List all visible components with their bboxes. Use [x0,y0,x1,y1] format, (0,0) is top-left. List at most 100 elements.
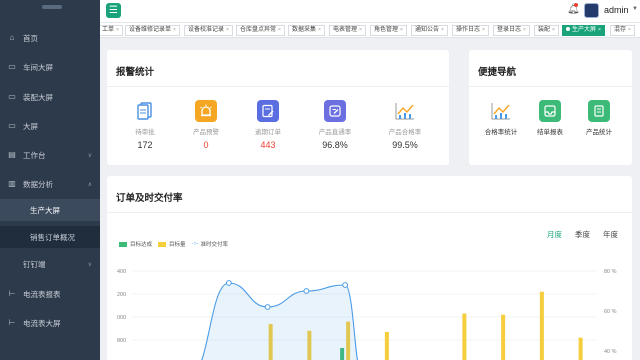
sidebar-item-assembly-screen[interactable]: ▭ 装配大屏 [0,86,100,108]
caret-down-icon[interactable]: ▼ [632,6,638,12]
sidebar-item-label: 销售订单概况 [30,232,75,242]
nav-product-stats[interactable]: 产品统计 [577,100,621,136]
period-quarterly[interactable]: 季度 [575,229,590,240]
bar-target [462,313,467,360]
y-right-tick-label: 40 % [604,349,617,355]
sidebar-item-label: 首页 [23,33,38,43]
sidebar-item-label: 电流表报表 [23,289,61,299]
close-icon[interactable]: × [400,27,403,33]
sidebar-item-data-analysis[interactable]: ▥ 数据分析 ∧ [0,173,100,195]
tab-label: 混存 [614,27,627,33]
tab-calibration-record[interactable]: 设备校准记录 × [184,25,233,36]
divider [107,212,632,213]
tab-operation-log[interactable]: 操作日志 × [452,25,489,36]
tab-login-log[interactable]: 登录日志 × [493,25,530,36]
line-chart-icon [490,100,512,122]
stat-value: 0 [203,140,209,150]
tab-label: 装配 [538,27,551,33]
sidebar-item-dingtalk[interactable]: 钉钉端 ∨ [0,253,100,275]
stat-pending-approval[interactable]: 待审批 172 [115,100,175,150]
close-icon[interactable]: × [278,27,281,33]
tab-data-collection[interactable]: 数据采集 × [288,25,325,36]
tab-label: 数据采集 [292,27,317,33]
stat-label: 产品直通率 [318,129,352,136]
stat-overdue-orders[interactable]: 逾期订单 443 [238,100,298,150]
order-delivery-title: 订单及时交付率 [116,193,183,204]
stat-value: 99.5% [392,140,418,150]
tab-label: 工单 [102,27,115,33]
period-monthly[interactable]: 月度 [547,229,562,240]
sidebar-item-meter-report[interactable]: ⊢ 电流表报表 [0,283,100,305]
legend-label: 目标量 [169,242,186,248]
menu-toggle-button[interactable]: ☰ [106,3,121,18]
nav-closing-report[interactable]: 结单报表 [528,100,572,136]
close-icon[interactable]: × [116,27,119,33]
monitor-icon: ▭ [8,92,16,101]
tabs-bar: 工单 × 设备维修记录单 × 设备校准记录 × 仓库盘点异常 × 数据采集 × 电表管理 ×… [100,22,640,38]
tab-repair-record[interactable]: 设备维修记录单 × [125,25,180,36]
close-icon[interactable]: × [226,27,229,33]
quick-nav-title: 便捷导航 [478,67,517,78]
monitor-icon: ▭ [8,121,16,130]
tab-inventory-exception[interactable]: 仓库盘点异常 × [236,25,285,36]
close-icon[interactable]: × [628,27,631,33]
tab-assembly[interactable]: 装配 × [534,25,559,36]
sidebar-item-workbench[interactable]: ▤ 工作台 ∨ [0,144,100,166]
legend-label: 目标达成 [130,242,153,248]
sidebar-item-workshop-screen[interactable]: ▭ 车间大屏 [0,56,100,78]
nav-pass-rate-stats[interactable]: 合格率统计 [479,100,523,136]
top-header: ☰ 🔔︎ admin ▼ [100,0,640,22]
close-icon[interactable]: × [523,27,526,33]
dingtalk-icon [8,260,16,268]
sidebar-item-big-screen[interactable]: ▭ 大屏 [0,115,100,137]
divider [107,86,449,87]
chevron-down-icon: ∨ [87,152,92,159]
sidebar-item-label: 装配大屏 [23,92,53,102]
stat-qualified-rate[interactable]: 产品合格率 99.5% [375,100,435,150]
rate-point [303,288,310,294]
close-icon[interactable]: × [598,27,601,33]
tab-notice[interactable]: 通知公告 × [411,25,448,36]
chart-legend: 目标达成 目标量 -○- 准时交付率 [119,240,228,248]
rate-point [225,280,232,286]
stat-pass-through-rate[interactable]: 产品直通率 96.8% [305,100,365,150]
tab-label: 仓库盘点异常 [240,27,277,33]
alarm-stats-title: 报警统计 [116,67,155,78]
line-chart-icon [394,100,416,122]
tab-mixed[interactable]: 混存 × [610,25,635,36]
stat-product-warning[interactable]: 产品预警 0 [176,100,236,150]
close-icon[interactable]: × [552,27,555,33]
close-icon[interactable]: × [318,27,321,33]
period-yearly[interactable]: 年度 [603,229,618,240]
chart-icon: ▥ [8,179,16,188]
tab-role-management[interactable]: 角色管理 × [370,25,407,36]
y-left-tick-label: 800 [117,338,126,344]
close-icon[interactable]: × [482,27,485,33]
sidebar-item-label: 数据分析 [23,179,53,189]
avatar[interactable] [584,3,599,18]
close-icon[interactable]: × [173,27,176,33]
tab-production-screen[interactable]: 生产大屏 × [562,25,605,36]
tab-meter-management[interactable]: 电表管理 × [329,25,366,36]
stat-label: 待审批 [135,129,155,136]
tab-workorder[interactable]: 工单 × [100,25,123,36]
stat-label: 产品预警 [193,129,219,136]
stat-value: 443 [260,140,276,150]
inbox-icon [539,100,561,122]
document-stack-icon [134,100,156,122]
sidebar-item-production-screen[interactable]: 生产大屏 [0,199,100,221]
close-icon[interactable]: × [359,27,362,33]
chevron-down-icon: ∨ [87,261,92,268]
username[interactable]: admin [604,5,629,15]
bar-target [501,314,506,360]
bar-target [539,291,544,360]
sidebar-item-home[interactable]: ⌂ 首页 [0,27,100,49]
logo [42,5,62,9]
sidebar-item-label: 电流表大屏 [23,318,61,328]
y-left-tick-label: 200 [117,292,126,298]
sidebar-item-sales-overview[interactable]: 销售订单概况 [0,226,100,248]
sidebar-item-meter-screen[interactable]: ⊢ 电流表大屏 [0,312,100,334]
close-icon[interactable]: × [441,27,444,33]
home-icon: ⌂ [9,33,15,42]
monitor-icon: ▭ [8,62,16,71]
